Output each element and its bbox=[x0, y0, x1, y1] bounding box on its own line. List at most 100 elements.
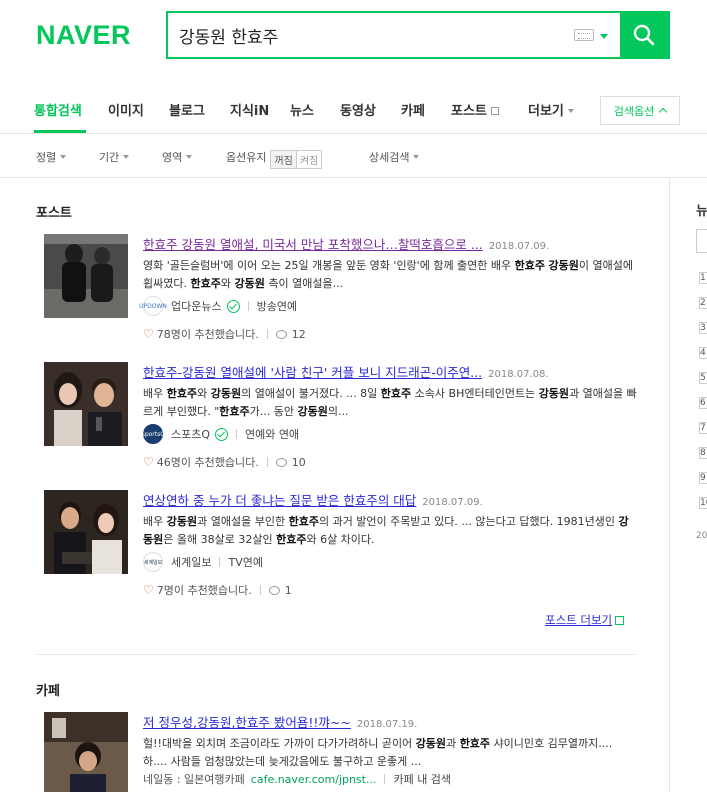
comment-icon[interactable] bbox=[275, 457, 287, 467]
source-name[interactable]: 스포츠Q bbox=[171, 426, 210, 442]
sort-filter[interactable]: 정렬 bbox=[36, 149, 67, 165]
divider bbox=[259, 585, 261, 595]
sidebar-title: 뉴 bbox=[696, 204, 707, 219]
cafe-description: 헐!!대박을 외치며 조금이라도 가까이 다가가려하니 곧이어 강동원과 한효주… bbox=[143, 737, 613, 768]
cafe-name[interactable]: 네일동 : 일본여행카페 bbox=[143, 771, 245, 787]
post-source-row: 세계일보 세계일보 TV연예 bbox=[143, 552, 643, 572]
verified-check-icon bbox=[215, 427, 229, 441]
source-logo[interactable]: 세계일보 bbox=[143, 552, 163, 572]
post-title-link[interactable]: 연상연하 중 누가 더 좋냐는 질문 받은 한효주의 대답 bbox=[143, 493, 416, 508]
period-label: 기간 bbox=[99, 151, 120, 164]
chevron-down-icon bbox=[60, 155, 67, 159]
post-description: 배우 한효주와 강동원의 열애설이 불거졌다. ... 8일 한효주 소속사 B… bbox=[143, 387, 637, 418]
like-count: 7명이 추천했습니다. bbox=[156, 584, 252, 597]
comment-count: 10 bbox=[291, 455, 306, 469]
cafe-date: 2018.07.19. bbox=[356, 719, 418, 730]
tab-all[interactable]: 통합검색 bbox=[34, 100, 82, 119]
search-button[interactable] bbox=[620, 13, 668, 57]
chevron-down-icon bbox=[123, 155, 130, 159]
post-thumbnail[interactable] bbox=[44, 362, 128, 446]
cafe-title-link[interactable]: 저 정우성,강동원,한효주 봤어욤!!꺄~~ bbox=[143, 715, 351, 730]
post-description: 영화 '골든슬럼버'에 이어 오는 25일 개봉을 앞둔 영화 '인랑'에 함께… bbox=[143, 259, 634, 290]
chevron-down-icon bbox=[567, 109, 574, 113]
source-name[interactable]: 세계일보 bbox=[171, 554, 211, 570]
tab-kin[interactable]: 지식iN bbox=[230, 100, 269, 119]
tab-cafe[interactable]: 카페 bbox=[401, 100, 425, 119]
heart-icon[interactable]: ♡ bbox=[143, 455, 154, 469]
keyboard-icon[interactable] bbox=[574, 29, 594, 41]
detail-search-filter[interactable]: 상세검색 bbox=[369, 149, 420, 165]
search-icon bbox=[633, 24, 655, 46]
naver-logo[interactable]: NAVER bbox=[36, 20, 131, 51]
detail-search-label: 상세검색 bbox=[369, 151, 410, 164]
tab-post[interactable]: 포스트 bbox=[451, 100, 499, 119]
tab-news[interactable]: 뉴스 bbox=[290, 100, 314, 119]
rank-badge: 8 bbox=[699, 447, 707, 459]
tab-image[interactable]: 이미지 bbox=[108, 100, 144, 119]
cafe-source-row: 네일동 : 일본여행카페 cafe.naver.com/jpnst... 카페 … bbox=[143, 771, 643, 787]
rank-badge: 9 bbox=[699, 472, 707, 484]
post-more-label: 포스트 더보기 bbox=[545, 613, 613, 627]
chevron-up-icon bbox=[658, 107, 668, 117]
post-thumbnail[interactable] bbox=[44, 490, 128, 574]
post-source-row: SportsQ 스포츠Q 연예와 연애 bbox=[141, 424, 643, 444]
post-category[interactable]: 연예와 연애 bbox=[245, 426, 299, 442]
cafe-url[interactable]: cafe.naver.com/jpnst... bbox=[251, 773, 377, 786]
keep-toggle[interactable]: 꺼짐 켜짐 bbox=[270, 150, 323, 169]
like-count: 46명이 추천했습니다. bbox=[156, 456, 259, 469]
tab-video[interactable]: 동영상 bbox=[340, 100, 376, 119]
post-body: 한효주-강동원 열애설에 '사람 친구' 커플 보니 지드래곤-이주연... 20… bbox=[141, 362, 643, 470]
post-title-link[interactable]: 한효주-강동원 열애설에 '사람 친구' 커플 보니 지드래곤-이주연... bbox=[143, 365, 482, 380]
area-label: 영역 bbox=[162, 151, 183, 164]
toggle-on-option[interactable]: 켜짐 bbox=[297, 151, 321, 168]
post-date: 2018.07.09. bbox=[488, 241, 550, 252]
post-body: 연상연하 중 누가 더 좋냐는 질문 받은 한효주의 대답 2018.07.09.… bbox=[143, 490, 643, 598]
post-category[interactable]: TV연예 bbox=[228, 554, 262, 570]
keep-option: 옵션유지 꺼짐 켜짐 bbox=[226, 149, 323, 169]
comment-icon[interactable] bbox=[275, 329, 287, 339]
cafe-section-title: 카페 bbox=[36, 684, 60, 699]
source-name[interactable]: 업다운뉴스 bbox=[171, 298, 222, 314]
search-options-label: 검색옵션 bbox=[613, 104, 655, 118]
post-body: 한효주 강동원 열애설, 미국서 만남 포착했으나…찰떡호흡으로 ... 2018… bbox=[139, 234, 643, 342]
cafe-search-link[interactable]: 카페 내 검색 bbox=[393, 771, 451, 787]
post-more-link[interactable]: 포스트 더보기 bbox=[545, 612, 625, 628]
tab-more[interactable]: 더보기 bbox=[528, 100, 574, 119]
source-logo[interactable]: UPDOWN bbox=[139, 296, 167, 316]
sidebar-box[interactable] bbox=[696, 229, 707, 253]
new-window-icon bbox=[490, 107, 499, 115]
period-filter[interactable]: 기간 bbox=[99, 149, 130, 165]
divider bbox=[219, 557, 221, 567]
sidebar-divider bbox=[669, 178, 670, 792]
cafe-thumbnail[interactable] bbox=[44, 712, 128, 792]
heart-icon[interactable]: ♡ bbox=[143, 327, 154, 341]
area-filter[interactable]: 영역 bbox=[162, 149, 193, 165]
heart-icon[interactable]: ♡ bbox=[143, 583, 154, 597]
search-input[interactable] bbox=[168, 13, 574, 57]
post-thumbnail[interactable] bbox=[44, 234, 128, 318]
post-description: 배우 강동원과 열애설을 부인한 한효주의 과거 발언이 주목받고 있다. ..… bbox=[143, 515, 629, 546]
source-logo[interactable]: SportsQ bbox=[141, 424, 165, 444]
post-source-row: UPDOWN 업다운뉴스 방송연예 bbox=[139, 296, 643, 316]
divider bbox=[236, 429, 238, 439]
divider bbox=[247, 301, 249, 311]
new-window-icon bbox=[615, 616, 625, 625]
chevron-down-icon bbox=[186, 155, 193, 159]
post-title-link[interactable]: 한효주 강동원 열애설, 미국서 만남 포착했으나…찰떡호흡으로 ... bbox=[143, 237, 483, 252]
comment-icon[interactable] bbox=[268, 585, 280, 595]
divider bbox=[384, 774, 386, 784]
rank-badge: 7 bbox=[699, 422, 707, 434]
autocomplete-toggle-icon[interactable] bbox=[600, 34, 608, 39]
keep-label: 옵션유지 bbox=[226, 151, 267, 164]
chevron-down-icon bbox=[413, 155, 420, 159]
active-tab-indicator bbox=[34, 130, 86, 133]
sidebar-date: 20 bbox=[696, 531, 707, 541]
rank-badge: 5 bbox=[699, 372, 707, 384]
divider bbox=[266, 329, 268, 339]
tab-blog[interactable]: 블로그 bbox=[169, 100, 205, 119]
post-meta-row: ♡ 46명이 추천했습니다. 10 bbox=[143, 454, 643, 470]
search-options-button[interactable]: 검색옵션 bbox=[600, 96, 680, 125]
post-category[interactable]: 방송연예 bbox=[257, 298, 297, 314]
post-date: 2018.07.08. bbox=[488, 369, 549, 380]
toggle-off-option[interactable]: 꺼짐 bbox=[271, 151, 297, 168]
